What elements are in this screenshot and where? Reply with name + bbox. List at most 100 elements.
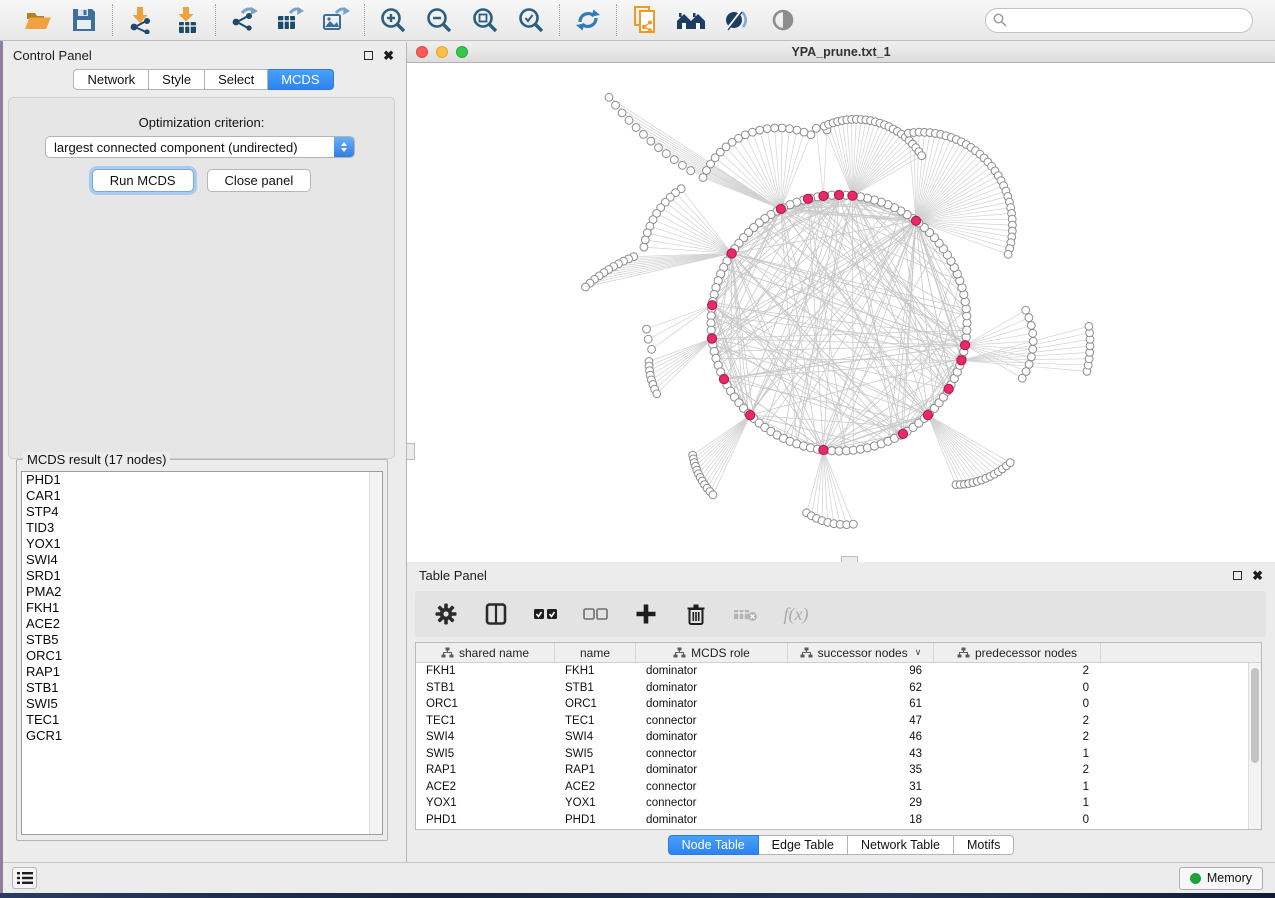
mcds-hub-1[interactable]: [776, 204, 785, 213]
scrollbar-thumb[interactable]: [1251, 668, 1259, 763]
zoom-out-icon[interactable]: [424, 5, 454, 35]
network-graph[interactable]: [407, 63, 1275, 560]
mcds-hub-14[interactable]: [944, 384, 953, 393]
mcds-result-item[interactable]: STP4: [22, 504, 382, 520]
table-row[interactable]: ORC1ORC1dominator610: [416, 696, 1261, 713]
mcds-hub-12[interactable]: [923, 411, 932, 420]
export-network-icon[interactable]: [229, 5, 259, 35]
table-row[interactable]: ACE2ACE2connector311: [416, 779, 1261, 796]
mcds-hub-8[interactable]: [707, 334, 716, 343]
maximize-window-icon[interactable]: [456, 46, 468, 58]
zoom-fit-icon[interactable]: [470, 5, 500, 35]
table-row[interactable]: FKH1FKH1dominator962: [416, 663, 1261, 680]
mcds-result-item[interactable]: SWI4: [22, 552, 382, 568]
tab-motifs[interactable]: Motifs: [954, 835, 1014, 855]
mcds-result-item[interactable]: PHD1: [22, 472, 382, 488]
mcds-hub-16[interactable]: [961, 341, 970, 350]
deselect-all-checkbox-icon[interactable]: [583, 601, 609, 627]
mcds-hub-4[interactable]: [848, 191, 857, 200]
zoom-selected-icon[interactable]: [516, 5, 546, 35]
mcds-result-item[interactable]: PMA2: [22, 584, 382, 600]
mcds-result-item[interactable]: STB1: [22, 680, 382, 696]
refresh-layout-icon[interactable]: [573, 5, 603, 35]
mcds-result-item[interactable]: SRD1: [22, 568, 382, 584]
tab-node-table[interactable]: Node Table: [668, 835, 759, 855]
table-row[interactable]: STB1STB1dominator620: [416, 680, 1261, 697]
add-column-icon[interactable]: [633, 601, 659, 627]
mcds-list-scrollbar[interactable]: [369, 472, 382, 834]
table-row[interactable]: SWI5SWI5connector431: [416, 746, 1261, 763]
mcds-hub-9[interactable]: [719, 375, 728, 384]
column-header-mcds-role[interactable]: MCDS role: [636, 643, 788, 662]
mcds-hub-17[interactable]: [834, 190, 843, 199]
mcds-result-item[interactable]: CAR1: [22, 488, 382, 504]
column-header-successor-nodes[interactable]: successor nodes∨: [788, 643, 934, 662]
table-row[interactable]: RAP1RAP1dominator352: [416, 762, 1261, 779]
column-header-predecessor-nodes[interactable]: predecessor nodes: [934, 643, 1101, 662]
mcds-result-item[interactable]: RAP1: [22, 664, 382, 680]
mcds-result-item[interactable]: YOX1: [22, 536, 382, 552]
mcds-result-item[interactable]: GCR1: [22, 728, 382, 744]
select-all-checkbox-icon[interactable]: [533, 601, 559, 627]
table-row[interactable]: PHD1PHD1dominator180: [416, 812, 1261, 829]
zoom-in-icon[interactable]: [378, 5, 408, 35]
mcds-hub-2[interactable]: [803, 194, 812, 203]
run-mcds-button[interactable]: Run MCDS: [92, 169, 194, 192]
float-panel-icon[interactable]: [364, 51, 373, 60]
mcds-hub-6[interactable]: [727, 249, 736, 258]
close-window-icon[interactable]: [416, 46, 428, 58]
split-columns-icon[interactable]: [483, 601, 509, 627]
close-panel-icon[interactable]: ✖: [1252, 569, 1263, 582]
table-row[interactable]: YOX1YOX1connector291: [416, 795, 1261, 812]
close-panel-button[interactable]: Close panel: [207, 169, 312, 192]
optimization-criterion-select[interactable]: largest connected component (undirected): [45, 136, 355, 158]
table-scrollbar[interactable]: [1248, 663, 1261, 829]
mcds-result-item[interactable]: STB5: [22, 632, 382, 648]
table-row[interactable]: TEC1TEC1connector472: [416, 713, 1261, 730]
tab-edge-table[interactable]: Edge Table: [759, 835, 848, 855]
mcds-hub-15[interactable]: [957, 356, 966, 365]
splitter-handle-icon[interactable]: [841, 556, 858, 562]
mcds-result-item[interactable]: SWI5: [22, 696, 382, 712]
task-history-icon[interactable]: [12, 867, 37, 889]
import-network-icon[interactable]: [126, 5, 156, 35]
mcds-result-list[interactable]: PHD1CAR1STP4TID3YOX1SWI4SRD1PMA2FKH1ACE2…: [21, 471, 383, 835]
float-panel-icon[interactable]: [1233, 571, 1242, 580]
mcds-hub-13[interactable]: [898, 429, 907, 438]
tab-select[interactable]: Select: [205, 69, 268, 90]
network-window-titlebar[interactable]: YPA_prune.txt_1: [406, 42, 1275, 63]
mcds-hub-5[interactable]: [911, 216, 920, 225]
close-panel-icon[interactable]: ✖: [383, 49, 394, 62]
show-eye-icon[interactable]: [768, 5, 798, 35]
mcds-result-item[interactable]: ACE2: [22, 616, 382, 632]
hide-glasses-icon[interactable]: [722, 5, 752, 35]
tab-network[interactable]: Network: [73, 69, 149, 90]
mcds-hub-3[interactable]: [819, 191, 828, 200]
search-input[interactable]: [985, 8, 1253, 33]
table-row[interactable]: SWI4SWI4dominator462: [416, 729, 1261, 746]
mcds-hub-10[interactable]: [746, 411, 755, 420]
tab-style[interactable]: Style: [149, 69, 205, 90]
network-canvas[interactable]: [406, 63, 1275, 562]
import-table-icon[interactable]: [172, 5, 202, 35]
mcds-result-item[interactable]: TID3: [22, 520, 382, 536]
mcds-result-item[interactable]: ORC1: [22, 648, 382, 664]
column-header-name[interactable]: name: [555, 643, 636, 662]
export-image-icon[interactable]: [321, 5, 351, 35]
tab-network-table[interactable]: Network Table: [848, 835, 954, 855]
splitter-handle-icon[interactable]: [406, 443, 415, 460]
open-icon[interactable]: [23, 5, 53, 35]
mcds-hub-7[interactable]: [708, 301, 717, 310]
column-header-shared-name[interactable]: shared name: [416, 643, 555, 662]
settings-gear-icon[interactable]: [433, 601, 459, 627]
mcds-result-item[interactable]: FKH1: [22, 600, 382, 616]
minimize-window-icon[interactable]: [436, 46, 448, 58]
share-network-icon[interactable]: [630, 5, 660, 35]
delete-column-trash-icon[interactable]: [683, 601, 709, 627]
tab-mcds[interactable]: MCDS: [268, 69, 333, 90]
houses-icon[interactable]: [676, 5, 706, 35]
save-icon[interactable]: [69, 5, 99, 35]
mcds-hub-11[interactable]: [819, 445, 828, 454]
memory-button[interactable]: Memory: [1179, 867, 1263, 890]
mcds-result-item[interactable]: TEC1: [22, 712, 382, 728]
